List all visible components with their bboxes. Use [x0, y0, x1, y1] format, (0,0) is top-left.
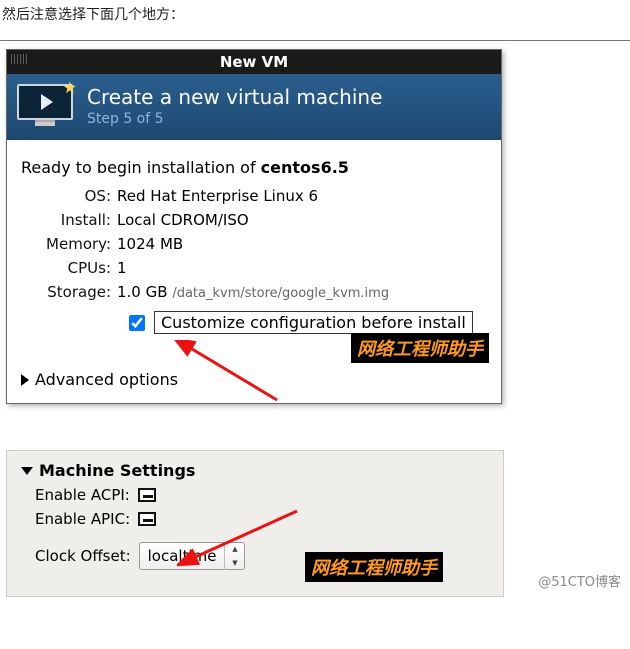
titlebar[interactable]: New VM	[7, 50, 501, 74]
chevron-down-icon	[21, 467, 33, 475]
customize-row: Customize configuration before install	[125, 311, 487, 334]
customize-label: Customize configuration before install	[154, 311, 473, 334]
banner-title: Create a new virtual machine	[87, 85, 382, 109]
apic-checkbox[interactable]	[138, 512, 156, 526]
wizard-banner: ★ Create a new virtual machine Step 5 of…	[7, 74, 501, 140]
machine-settings-expander[interactable]: Machine Settings	[21, 461, 489, 480]
acpi-row: Enable ACPI:	[35, 486, 489, 504]
cpus-value: 1	[117, 259, 487, 277]
customize-checkbox[interactable]	[129, 315, 145, 331]
watermark-badge: 网络工程师助手	[351, 333, 489, 363]
ready-line: Ready to begin installation of centos6.5	[21, 158, 487, 177]
advanced-label: Advanced options	[35, 370, 178, 389]
window-grip-icon	[11, 54, 29, 64]
apic-row: Enable APIC:	[35, 510, 489, 528]
vm-monitor-icon: ★	[17, 84, 73, 128]
acpi-label: Enable ACPI:	[35, 486, 130, 504]
intro-text: 然后注意选择下面几个地方：	[0, 0, 630, 26]
clock-offset-value: localtime	[148, 547, 217, 565]
blog-credit: @51CTO博客	[538, 571, 621, 590]
memory-value: 1024 MB	[117, 235, 487, 253]
spin-buttons-icon[interactable]: ▲▼	[224, 542, 244, 570]
divider	[0, 40, 630, 41]
memory-label: Memory:	[27, 235, 117, 253]
section-title: Machine Settings	[39, 461, 195, 480]
watermark-badge: 网络工程师助手	[305, 552, 443, 582]
clock-offset-select[interactable]: localtime ▲▼	[139, 542, 246, 570]
vm-name: centos6.5	[261, 158, 349, 177]
window-title: New VM	[220, 53, 288, 71]
install-value: Local CDROM/ISO	[117, 211, 487, 229]
storage-size: 1.0 GB	[117, 283, 168, 301]
new-vm-dialog: New VM ★ Create a new virtual machine St…	[6, 49, 502, 404]
os-value: Red Hat Enterprise Linux 6	[117, 187, 487, 205]
summary-table: OS: Red Hat Enterprise Linux 6 Install: …	[27, 187, 487, 301]
cpus-label: CPUs:	[27, 259, 117, 277]
machine-settings-panel: Machine Settings Enable ACPI: Enable API…	[6, 450, 504, 597]
ready-prefix: Ready to begin installation of	[21, 158, 261, 177]
storage-value: 1.0 GB /data_kvm/store/google_kvm.img	[117, 283, 487, 301]
install-label: Install:	[27, 211, 117, 229]
os-label: OS:	[27, 187, 117, 205]
clock-offset-label: Clock Offset:	[35, 547, 131, 565]
storage-label: Storage:	[27, 283, 117, 301]
chevron-right-icon	[21, 374, 29, 386]
banner-step: Step 5 of 5	[87, 111, 382, 127]
apic-label: Enable APIC:	[35, 510, 130, 528]
advanced-options-expander[interactable]: Advanced options	[21, 370, 487, 389]
storage-path: /data_kvm/store/google_kvm.img	[172, 286, 389, 301]
acpi-checkbox[interactable]	[138, 488, 156, 502]
